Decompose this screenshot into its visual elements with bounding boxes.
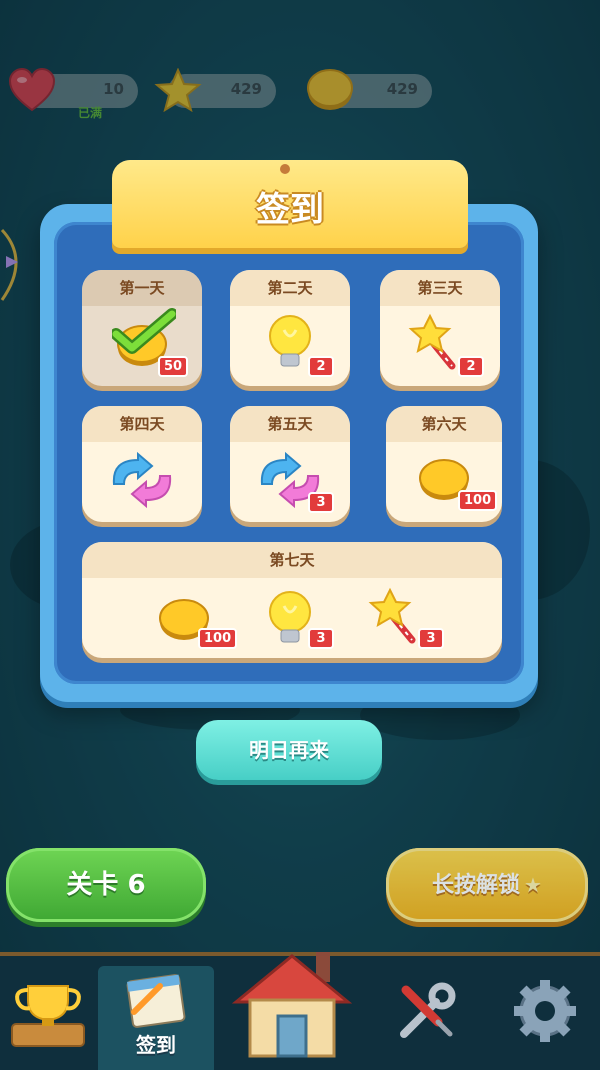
nav-item-settings[interactable] [486, 966, 600, 1070]
nav-item-trophy[interactable] [0, 966, 96, 1070]
calendar-pencil-icon [126, 974, 186, 1028]
reward-count-badge: 3 [308, 628, 334, 649]
day-card-7[interactable]: 第七天 100 3 3 [82, 542, 502, 658]
reward-count-badge: 50 [158, 356, 189, 377]
day-card-1[interactable]: 第一天 50 [82, 270, 202, 386]
reward-count-badge: 2 [458, 356, 484, 377]
gear-icon [514, 980, 576, 1042]
day-label: 第二天 [230, 270, 350, 306]
reward-count-badge: 3 [308, 492, 334, 513]
reward-count-badge: 3 [418, 628, 444, 649]
day-label: 第四天 [82, 406, 202, 442]
swap-arrows-icon [112, 451, 172, 509]
day-card-3[interactable]: 第三天 2 [380, 270, 500, 386]
dialog-title-tab: 签到 [112, 160, 468, 248]
wrench-screwdriver-icon [400, 982, 456, 1038]
day-label: 第五天 [230, 406, 350, 442]
reward-count-badge: 100 [458, 490, 498, 511]
level-button[interactable]: 关卡 6 [6, 848, 206, 922]
house-icon [232, 952, 352, 1058]
day-label: 第六天 [386, 406, 502, 442]
day-label: 第三天 [380, 270, 500, 306]
come-back-tomorrow-button[interactable]: 明日再来 [196, 720, 382, 780]
nav-item-checkin[interactable]: 签到 [98, 966, 214, 1070]
nav-item-home[interactable] [222, 952, 362, 1070]
reward-count-badge: 2 [308, 356, 334, 377]
day-label: 第一天 [82, 270, 202, 306]
nail-icon [280, 164, 290, 174]
reward-count-badge: 100 [198, 628, 238, 649]
dialog-title: 签到 [256, 190, 324, 230]
nav-item-tools[interactable] [372, 966, 476, 1070]
nav-label: 签到 [136, 1033, 176, 1057]
day-card-2[interactable]: 第二天 2 [230, 270, 350, 386]
day-card-4[interactable]: 第四天 [82, 406, 202, 522]
day-card-6[interactable]: 第六天 100 [386, 406, 502, 522]
unlock-label: 长按解锁 [432, 873, 521, 898]
day-label: 第七天 [82, 542, 502, 578]
trophy-icon [11, 985, 85, 1047]
bottom-nav: 签到 [0, 952, 600, 1070]
star-icon: ★ [524, 873, 542, 897]
unlock-button[interactable]: 长按解锁 ★ [386, 848, 588, 922]
day-card-5[interactable]: 第五天 3 [230, 406, 350, 522]
checkmark-icon [112, 308, 176, 354]
